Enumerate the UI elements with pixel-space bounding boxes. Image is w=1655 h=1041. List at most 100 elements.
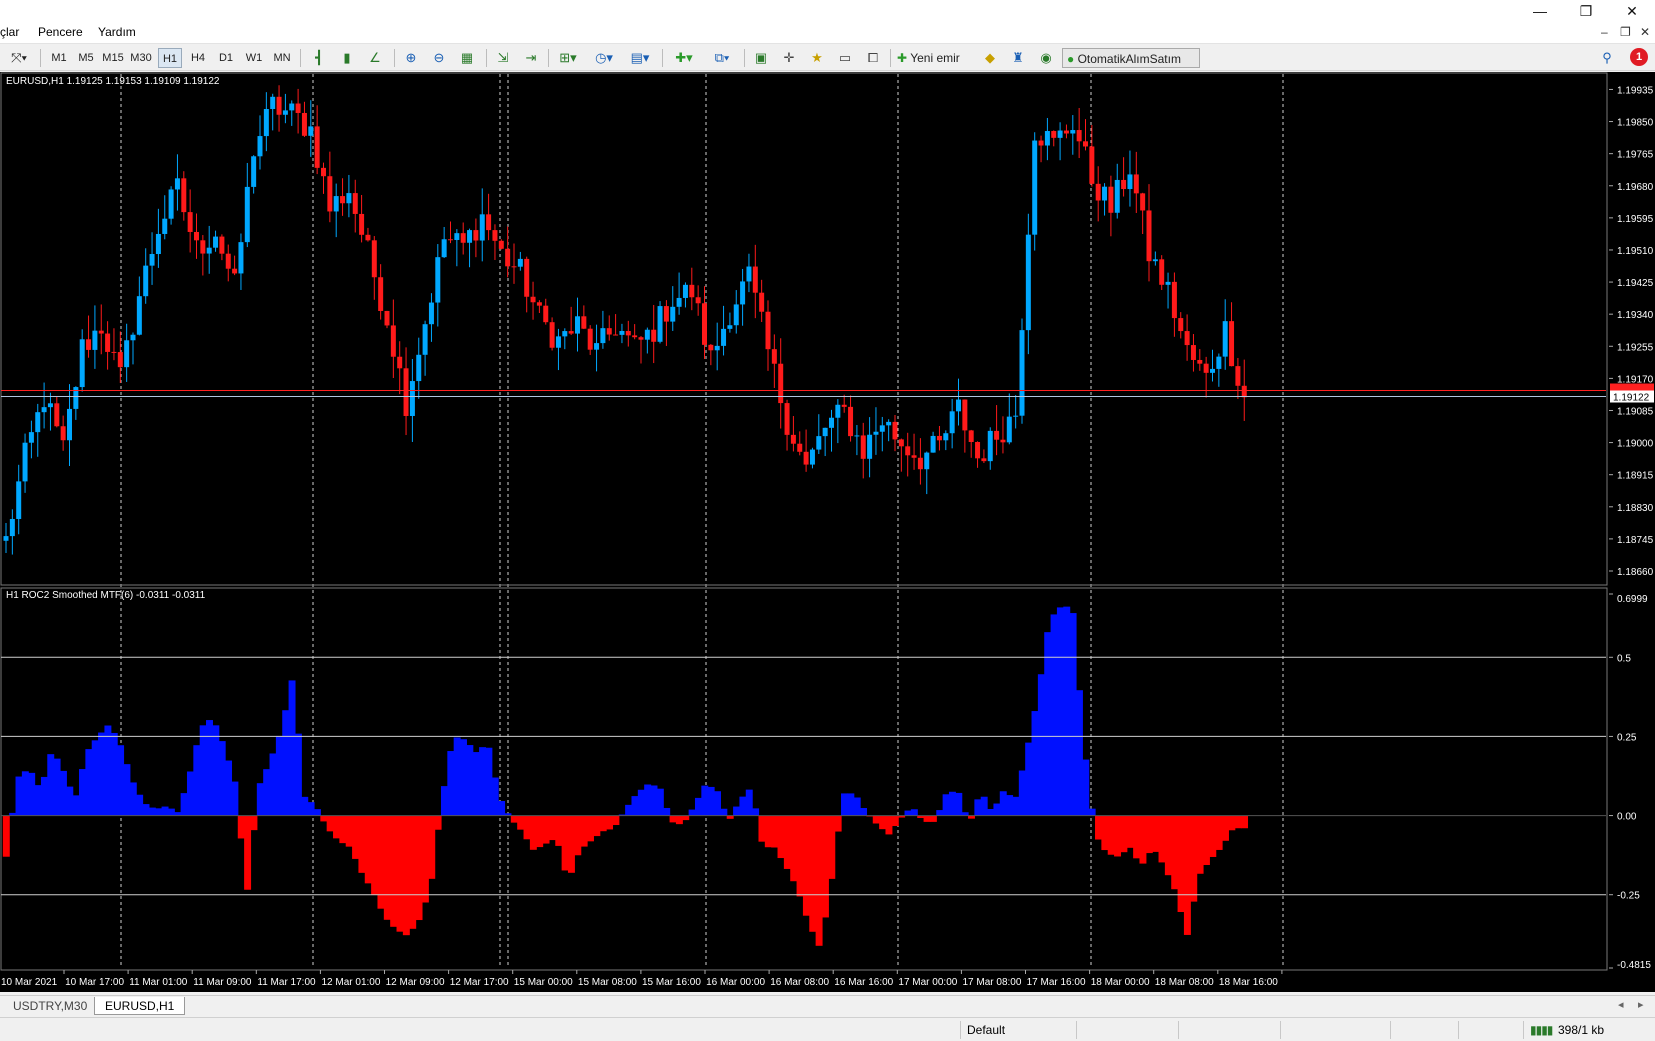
- notification-badge[interactable]: 1: [1630, 48, 1648, 66]
- oscillator-bar: [72, 795, 80, 816]
- oscillator-bar: [2, 815, 10, 857]
- candle-body: [740, 281, 746, 305]
- candle-body: [1140, 193, 1146, 211]
- mdi-minimize-button[interactable]: –: [1601, 25, 1608, 39]
- candle-body: [613, 334, 619, 336]
- new-chart-icon[interactable]: ✚▾: [669, 48, 699, 68]
- metaeditor-icon[interactable]: ♜: [1007, 48, 1029, 68]
- tab-scroll-left-icon[interactable]: ◂: [1618, 998, 1624, 1011]
- tf-m5-button[interactable]: M5: [74, 48, 98, 68]
- candle-body: [200, 240, 206, 254]
- candle-body: [54, 403, 60, 427]
- candle-body: [1051, 131, 1057, 138]
- oscillator-bar: [542, 815, 550, 844]
- oscillator-bar: [891, 815, 899, 827]
- oscillator-bar: [790, 815, 798, 882]
- data-window-icon[interactable]: ▭: [834, 48, 856, 68]
- tf-w1-button[interactable]: W1: [242, 48, 266, 68]
- candle-body: [111, 351, 117, 353]
- mdi-close-button[interactable]: ✕: [1640, 25, 1650, 39]
- price-tick-label: 1.18915: [1617, 471, 1654, 482]
- candle-body: [301, 112, 307, 136]
- candle-body: [168, 189, 174, 219]
- tab-scroll-right-icon[interactable]: ▸: [1638, 998, 1644, 1011]
- zoom-out-icon[interactable]: ⊖: [428, 48, 450, 68]
- search-icon[interactable]: ⚲: [1596, 48, 1618, 68]
- oscillator-bar: [650, 785, 658, 816]
- candle-body: [282, 110, 288, 115]
- candle-body: [174, 178, 180, 190]
- oscillator-bar: [1056, 607, 1064, 816]
- indicator-tick-label: 0.00: [1617, 812, 1637, 823]
- tf-m15-button[interactable]: M15: [101, 48, 125, 68]
- market-watch-icon[interactable]: ▣: [750, 48, 772, 68]
- line-chart-icon[interactable]: ∠: [364, 48, 386, 68]
- zoom-in-icon[interactable]: ⊕: [400, 48, 422, 68]
- candle-body: [251, 156, 257, 187]
- menu-item-tools[interactable]: çlar: [0, 25, 19, 39]
- chart-canvas[interactable]: 1.19935 1.19850 1.19765 1.19680 1.19595 1.195…: [0, 72, 1655, 992]
- tf-mn-button[interactable]: MN: [270, 48, 294, 68]
- oscillator-bar: [409, 815, 417, 929]
- profiles-icon[interactable]: ⧉▾: [707, 48, 737, 68]
- candle-body: [1197, 359, 1203, 364]
- oscillator-bar: [637, 789, 645, 816]
- candle-body: [841, 404, 847, 407]
- oscillator-bar: [250, 815, 258, 831]
- price-tick-label: 1.19595: [1617, 214, 1654, 225]
- tf-m30-button[interactable]: M30: [129, 48, 153, 68]
- strategy-tester-icon[interactable]: ⧠: [862, 48, 884, 68]
- oscillator-bar: [1095, 815, 1102, 840]
- tile-windows-icon[interactable]: ▦: [456, 48, 478, 68]
- close-button[interactable]: ✕: [1609, 0, 1655, 22]
- chart-window[interactable]: 1.19935 1.19850 1.19765 1.19680 1.19595 1.195…: [0, 72, 1655, 992]
- candle-body: [898, 439, 904, 447]
- menu-item-window[interactable]: Pencere: [38, 25, 83, 39]
- oscillator-bar: [434, 815, 442, 830]
- restore-button[interactable]: ❐: [1563, 0, 1609, 22]
- oscillator-bar: [85, 749, 93, 816]
- periods-icon[interactable]: ◷▾: [589, 48, 619, 68]
- minimize-button[interactable]: —: [1517, 0, 1563, 22]
- candle-body: [409, 381, 415, 416]
- tf-m1-button[interactable]: M1: [47, 48, 71, 68]
- oscillator-bar: [237, 815, 245, 839]
- oscillator-bar: [390, 815, 398, 927]
- candle-body: [295, 103, 301, 113]
- navigator-icon[interactable]: ★: [806, 48, 828, 68]
- candle-body: [930, 435, 936, 453]
- tf-d1-button[interactable]: D1: [214, 48, 238, 68]
- candle-body: [1070, 130, 1076, 134]
- templates-icon[interactable]: ▤▾: [625, 48, 655, 68]
- mdi-restore-button[interactable]: ❐: [1620, 25, 1631, 39]
- candle-body: [778, 363, 784, 404]
- candle-body: [416, 354, 422, 382]
- oscillator-bar: [1164, 815, 1172, 876]
- candle-body: [155, 233, 161, 255]
- indicators-icon[interactable]: ⊞▾: [553, 48, 583, 68]
- chart-shift-icon[interactable]: ⇥: [520, 48, 542, 68]
- new-order-button[interactable]: ✚ Yeni emir: [897, 48, 975, 68]
- tab-eurusd-h1[interactable]: EURUSD,H1: [94, 997, 186, 1015]
- signals-icon[interactable]: ◆: [979, 48, 1001, 68]
- menu-item-help[interactable]: Yardım: [98, 25, 136, 39]
- crosshair-icon[interactable]: ✛: [778, 48, 800, 68]
- candle-body: [689, 284, 695, 298]
- bar-chart-icon[interactable]: ┫: [308, 48, 330, 68]
- autoscroll-icon[interactable]: ⇲: [492, 48, 514, 68]
- candle-body: [1222, 321, 1228, 357]
- candlestick-chart-icon[interactable]: ▮: [336, 48, 358, 68]
- tf-h4-button[interactable]: H4: [186, 48, 210, 68]
- candle-body: [492, 230, 498, 241]
- tab-usdtry-m30[interactable]: USDTRY,M30: [3, 997, 97, 1015]
- candle-body: [3, 536, 9, 541]
- candle-body: [632, 335, 638, 338]
- candle-body: [835, 404, 841, 418]
- oscillator-bar: [269, 753, 277, 816]
- tf-h1-button[interactable]: H1: [158, 48, 182, 68]
- autotrading-button[interactable]: ● OtomatikAlımSatım: [1062, 48, 1200, 68]
- line-tools-icon[interactable]: ⤧▾: [4, 48, 34, 68]
- time-label: 15 Mar 16:00: [642, 977, 701, 988]
- vps-icon[interactable]: ◉: [1035, 48, 1057, 68]
- price-tick-label: 1.19340: [1617, 310, 1654, 321]
